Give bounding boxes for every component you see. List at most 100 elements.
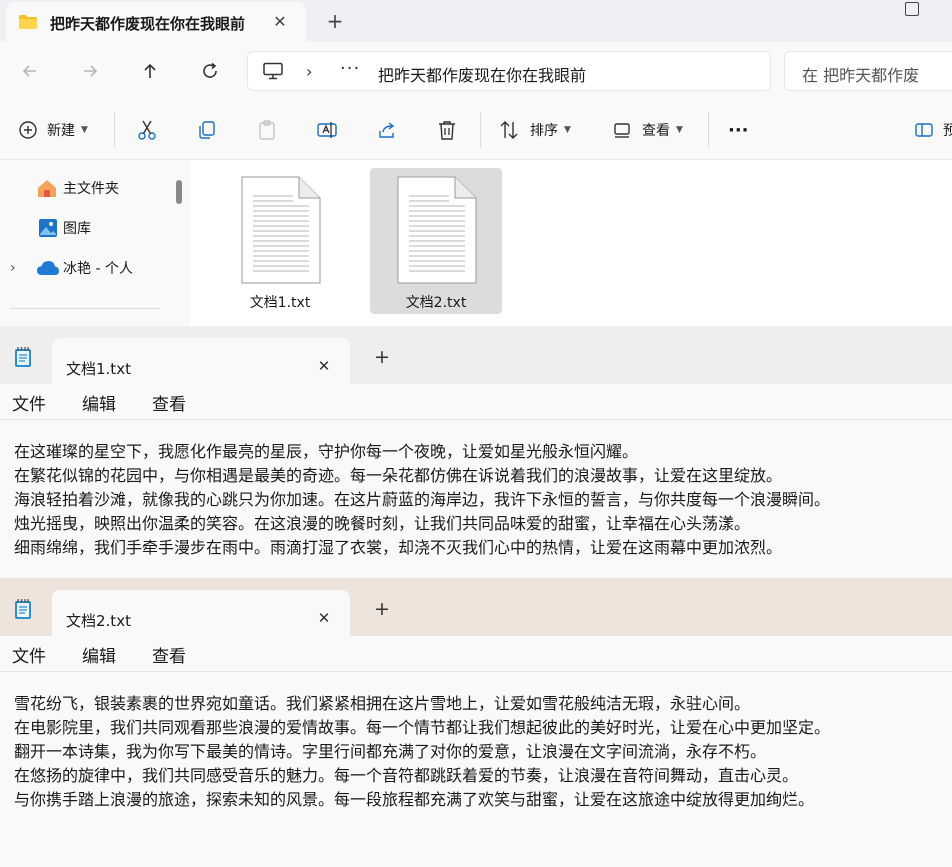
sidebar-item-label: 冰艳 - 个人 bbox=[63, 261, 133, 277]
view-button-label: 查看 bbox=[642, 123, 670, 139]
toolbar-divider bbox=[114, 112, 115, 148]
sidebar-item-gallery[interactable]: 图库 bbox=[38, 213, 91, 243]
notepad-tab[interactable]: 文档2.txt ✕ bbox=[52, 590, 350, 642]
delete-button[interactable] bbox=[436, 116, 458, 144]
arrow-left-icon bbox=[22, 65, 36, 77]
copy-icon bbox=[199, 121, 215, 139]
menu-file[interactable]: 文件 bbox=[12, 640, 46, 669]
sort-button[interactable]: 排序 ▼ bbox=[498, 116, 571, 144]
text-line: 在这璀璨的星空下，我愿化作最亮的星辰，守护你每一个夜晚，让爱如星光般永恒闪耀。 bbox=[14, 442, 639, 461]
address-bar[interactable]: › ··· 把昨天都作废现在你在我眼前 bbox=[247, 51, 771, 91]
new-tab-button[interactable]: + bbox=[370, 345, 394, 369]
menu-view[interactable]: 查看 bbox=[152, 640, 186, 669]
rename-button[interactable] bbox=[316, 116, 338, 144]
sidebar-item-label: 图库 bbox=[63, 221, 91, 237]
text-line: 雪花纷飞，银装素裹的世界宛如童话。我们紧紧相拥在这片雪地上，让爱如雪花般纯洁无瑕… bbox=[14, 694, 751, 713]
file-list: 文档1.txt 文档2.txt bbox=[190, 160, 952, 326]
notepad-tab-title: 文档2.txt bbox=[66, 612, 131, 630]
notepad-text-area[interactable]: 雪花纷飞，银装素裹的世界宛如童话。我们紧紧相拥在这片雪地上，让爱如雪花般纯洁无瑕… bbox=[14, 692, 944, 812]
chevron-right-icon[interactable]: › bbox=[306, 62, 312, 81]
explorer-nav-bar: › ··· 把昨天都作废现在你在我眼前 在 把昨天都作废 bbox=[0, 42, 952, 100]
text-line: 海浪轻拍着沙滩，就像我的心跳只为你加速。在这片蔚蓝的海岸边，我许下永恒的誓言，与… bbox=[14, 490, 831, 509]
share-icon bbox=[379, 122, 395, 138]
notepad-window-1: 文档1.txt ✕ + 文件 编辑 查看 在这璀璨的星空下，我愿化作最亮的星辰，… bbox=[0, 326, 952, 578]
cut-button[interactable] bbox=[136, 116, 158, 144]
file-name: 文档2.txt bbox=[405, 295, 467, 311]
rename-icon bbox=[317, 122, 337, 138]
text-line: 在电影院里，我们共同观看那些浪漫的爱情故事。每一个情节都让我们想起彼此的美好时光… bbox=[14, 718, 831, 737]
preview-pane-button[interactable]: 预 bbox=[914, 116, 952, 144]
menu-file[interactable]: 文件 bbox=[12, 388, 46, 417]
notepad-text-area[interactable]: 在这璀璨的星空下，我愿化作最亮的星辰，守护你每一个夜晚，让爱如星光般永恒闪耀。 … bbox=[14, 440, 944, 560]
paste-button[interactable] bbox=[256, 116, 278, 144]
more-path-icon[interactable]: ··· bbox=[340, 58, 360, 79]
file-name: 文档1.txt bbox=[249, 295, 311, 311]
new-tab-button[interactable]: + bbox=[322, 8, 348, 34]
text-line: 翻开一本诗集，我为你写下最美的情诗。字里行间都充满了对你的爱意，让浪漫在文字间流… bbox=[14, 742, 767, 761]
file-item[interactable]: 文档2.txt bbox=[370, 168, 502, 314]
notepad-menu-bar: 文件 编辑 查看 bbox=[0, 384, 952, 420]
toolbar-divider bbox=[708, 112, 709, 148]
forward-button[interactable] bbox=[76, 57, 104, 85]
text-line: 在繁花似锦的花园中，与你相遇是最美的奇迹。每一朵花都仿佛在诉说着我们的浪漫故事，… bbox=[14, 466, 783, 485]
close-tab-icon[interactable]: ✕ bbox=[314, 608, 334, 628]
sidebar-item-onedrive[interactable]: › 冰艳 - 个人 bbox=[10, 253, 133, 283]
explorer-tab-bar: 把昨天都作废现在你在我眼前 ✕ + bbox=[0, 0, 952, 42]
notepad-icon bbox=[15, 347, 31, 367]
search-box[interactable]: 在 把昨天都作废 bbox=[784, 51, 952, 91]
new-button-label: 新建 bbox=[47, 123, 75, 139]
close-tab-icon[interactable]: ✕ bbox=[314, 356, 334, 376]
preview-pane-icon bbox=[915, 123, 933, 137]
text-file-icon bbox=[241, 176, 321, 284]
navigation-pane: 主文件夹 图库 › 冰艳 - 个人 bbox=[0, 160, 190, 326]
notepad-tab-bar: 文档2.txt ✕ + bbox=[0, 578, 952, 642]
menu-edit[interactable]: 编辑 bbox=[82, 388, 116, 417]
chevron-down-icon: ▼ bbox=[81, 125, 88, 135]
copy-button[interactable] bbox=[196, 116, 218, 144]
computer-icon bbox=[263, 62, 283, 80]
up-button[interactable] bbox=[136, 57, 164, 85]
chevron-down-icon: ▼ bbox=[676, 125, 683, 135]
notepad-window-2: 文档2.txt ✕ + 文件 编辑 查看 雪花纷飞，银装素裹的世界宛如童话。我们… bbox=[0, 578, 952, 867]
share-button[interactable] bbox=[376, 116, 398, 144]
sort-icon bbox=[500, 121, 518, 139]
arrow-up-icon bbox=[144, 63, 156, 78]
maximize-window-icon[interactable] bbox=[905, 2, 919, 16]
new-tab-button[interactable]: + bbox=[370, 597, 394, 621]
cloud-icon bbox=[37, 261, 59, 275]
view-button[interactable]: 查看 ▼ bbox=[612, 116, 683, 144]
preview-pane-label: 预 bbox=[943, 123, 952, 139]
sidebar-scrollbar[interactable] bbox=[176, 180, 182, 204]
toolbar-divider bbox=[480, 112, 481, 148]
arrow-right-icon bbox=[84, 65, 98, 77]
sidebar-item-label: 主文件夹 bbox=[63, 181, 119, 197]
menu-view[interactable]: 查看 bbox=[152, 388, 186, 417]
back-button[interactable] bbox=[16, 57, 44, 85]
explorer-command-bar: 新建 ▼ 排序 ▼ 查看 ▼ ··· 预 bbox=[0, 100, 952, 160]
new-button[interactable]: 新建 ▼ bbox=[18, 116, 88, 144]
sort-button-label: 排序 bbox=[530, 123, 558, 139]
menu-edit[interactable]: 编辑 bbox=[82, 640, 116, 669]
plus-circle-icon bbox=[19, 121, 37, 139]
file-item[interactable]: 文档1.txt bbox=[214, 168, 346, 314]
text-line: 烛光摇曳，映照出你温柔的笑容。在这浪漫的晚餐时刻，让我们共同品味爱的甜蜜，让幸福… bbox=[14, 514, 751, 533]
home-icon bbox=[38, 180, 56, 197]
notepad-icon bbox=[15, 599, 31, 619]
text-file-icon bbox=[397, 176, 477, 284]
address-path: 把昨天都作废现在你在我眼前 bbox=[378, 66, 587, 85]
view-icon bbox=[614, 123, 630, 138]
notepad-tab[interactable]: 文档1.txt ✕ bbox=[52, 338, 350, 390]
explorer-tab[interactable]: 把昨天都作废现在你在我眼前 ✕ bbox=[6, 2, 306, 42]
more-options-button[interactable]: ··· bbox=[728, 116, 749, 144]
text-line: 在悠扬的旋律中，我们共同感受音乐的魅力。每一个音符都跳跃着爱的节奏，让浪漫在音符… bbox=[14, 766, 799, 785]
sidebar-item-home[interactable]: 主文件夹 bbox=[36, 173, 119, 203]
chevron-right-icon[interactable]: › bbox=[10, 260, 26, 276]
search-placeholder: 在 把昨天都作废 bbox=[802, 66, 920, 85]
chevron-down-icon: ▼ bbox=[564, 125, 571, 135]
clipboard-icon bbox=[259, 120, 275, 140]
notepad-menu-bar: 文件 编辑 查看 bbox=[0, 636, 952, 672]
refresh-button[interactable] bbox=[196, 57, 224, 85]
close-tab-icon[interactable]: ✕ bbox=[268, 10, 292, 34]
refresh-icon bbox=[203, 62, 217, 78]
text-line: 细雨绵绵，我们手牵手漫步在雨中。雨滴打湿了衣裳，却浇不灭我们心中的热情，让爱在这… bbox=[14, 538, 783, 557]
